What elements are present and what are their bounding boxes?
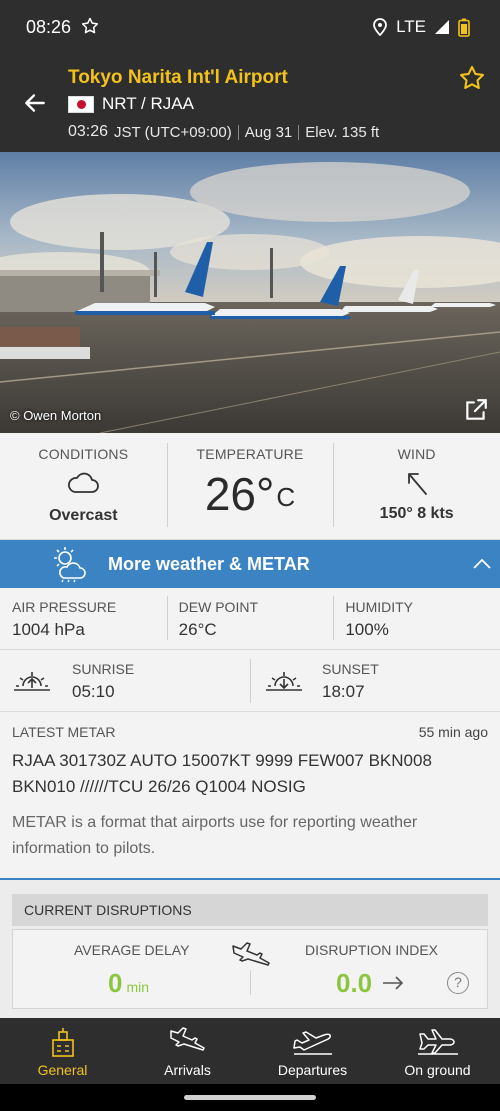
- local-time: 03:26: [68, 123, 109, 140]
- favorite-star-icon[interactable]: [458, 64, 486, 92]
- airport-photo-image: [0, 152, 500, 433]
- disruption-index-label: DISRUPTION INDEX: [305, 942, 439, 958]
- air-pressure-value: 1004 hPa: [12, 620, 85, 639]
- sunset-label: SUNSET: [322, 661, 379, 677]
- sunset-icon: [266, 672, 302, 691]
- sunrise-label: SUNRISE: [72, 661, 135, 677]
- humidity-cell: HUMIDITY 100%: [333, 588, 500, 649]
- tab-on-ground[interactable]: On ground: [375, 1018, 500, 1084]
- disruptions-panel: AVERAGE DELAY DISRUPTION INDEX 0 min 0.0 …: [12, 929, 488, 1009]
- average-delay: 0 min: [108, 968, 149, 999]
- airport-building-icon: [51, 1028, 74, 1057]
- air-pressure-cell: AIR PRESSURE 1004 hPa: [0, 588, 167, 649]
- chevron-up-icon[interactable]: [472, 556, 492, 572]
- temperature-unit: C: [276, 482, 296, 512]
- sunrise-icon: [14, 672, 50, 691]
- average-delay-unit: min: [126, 979, 150, 995]
- open-external-icon[interactable]: [463, 397, 489, 423]
- airport-name: Tokyo Narita Int'l Airport: [68, 67, 288, 88]
- tab-departures-label: Departures: [277, 1062, 348, 1078]
- tab-departures[interactable]: Departures: [250, 1018, 375, 1084]
- sunrise-value: 05:10: [72, 682, 115, 701]
- more-weather-label: More weather & METAR: [108, 554, 310, 574]
- average-delay-label: AVERAGE DELAY: [74, 942, 190, 958]
- timezone: JST (UTC+09:00): [114, 123, 232, 141]
- back-arrow-icon[interactable]: [22, 90, 48, 116]
- weather-sun-cloud-icon: [54, 547, 86, 583]
- divider: [250, 970, 251, 995]
- temperature-cell: TEMPERATURE 26° C: [166, 433, 334, 539]
- sun-times: SUNRISE 05:10 SUNSET 18:07: [0, 650, 500, 712]
- divider: [298, 124, 300, 140]
- humidity-value: 100%: [345, 620, 389, 639]
- current-conditions: CONDITIONS Overcast TEMPERATURE 26° C WI…: [0, 433, 500, 540]
- metar-age: 55 min ago: [418, 724, 488, 740]
- tab-general[interactable]: General: [0, 1018, 125, 1084]
- plane-on-ground-icon: [417, 1029, 458, 1055]
- wind-cell: WIND 150° 8 kts: [333, 433, 500, 539]
- metar-description: METAR is a format that airports use for …: [12, 814, 418, 857]
- weather-stats: AIR PRESSURE 1004 hPa DEW POINT 26°C HUM…: [0, 588, 500, 650]
- disruptions-header: CURRENT DISRUPTIONS: [12, 894, 488, 926]
- bottom-tab-bar: General Arrivals Departures On ground: [0, 1018, 500, 1084]
- elevation: Elev. 135 ft: [305, 123, 380, 141]
- departure-plane-icon: [292, 1031, 332, 1055]
- home-gesture-pill[interactable]: [184, 1095, 316, 1100]
- sunrise-cell: SUNRISE 05:10: [0, 650, 250, 712]
- japan-flag-icon: [68, 96, 94, 113]
- wind-label: WIND: [397, 446, 436, 462]
- star-outline-icon: [81, 17, 99, 34]
- status-time: 08:26: [26, 17, 72, 37]
- signal-icon: [435, 20, 449, 34]
- disruption-index-value: 0.0: [336, 968, 373, 998]
- current-disruptions: CURRENT DISRUPTIONS AVERAGE DELAY DISRUP…: [0, 880, 500, 1018]
- tab-general-label: General: [37, 1062, 88, 1078]
- network-type: LTE: [396, 17, 426, 36]
- sunset-value: 18:07: [322, 682, 365, 701]
- air-pressure-label: AIR PRESSURE: [12, 599, 117, 615]
- airport-photo[interactable]: © Owen Morton: [0, 152, 500, 433]
- divider: [237, 124, 239, 140]
- more-weather-toggle[interactable]: More weather & METAR: [0, 540, 500, 588]
- local-date: Aug 31: [244, 123, 293, 141]
- system-navigation-bar: [0, 1084, 500, 1111]
- temperature-value: 26°: [204, 468, 275, 520]
- wind-value: 150° 8 kts: [379, 505, 454, 522]
- tab-on-ground-label: On ground: [404, 1062, 471, 1078]
- wind-direction-arrow-icon: [407, 473, 427, 495]
- arrival-plane-icon: [169, 1027, 205, 1051]
- location-icon: [373, 18, 387, 36]
- landing-plane-icon: [232, 942, 270, 966]
- photo-credit: © Owen Morton: [10, 408, 102, 423]
- humidity-label: HUMIDITY: [345, 599, 414, 615]
- tab-arrivals-label: Arrivals: [164, 1062, 211, 1078]
- dew-point-label: DEW POINT: [178, 599, 259, 615]
- arrow-right-icon: [383, 976, 404, 990]
- metar-raw-text: RJAA 301730Z AUTO 15007KT 9999 FEW007 BK…: [12, 751, 432, 796]
- cloud-icon: [68, 472, 100, 493]
- temperature-label: TEMPERATURE: [196, 446, 304, 462]
- airport-time-line: 03:26 JST (UTC+09:00) Aug 31 Elev. 135 f…: [68, 123, 379, 141]
- dew-point-cell: DEW POINT 26°C: [166, 588, 334, 649]
- conditions-value: Overcast: [49, 507, 118, 524]
- airport-header: Tokyo Narita Int'l Airport NRT / RJAA 03…: [0, 56, 500, 152]
- metar-label: LATEST METAR: [12, 724, 116, 740]
- status-bar: 08:26 LTE: [0, 0, 500, 56]
- tab-arrivals[interactable]: Arrivals: [125, 1018, 250, 1084]
- conditions-label: CONDITIONS: [38, 446, 129, 462]
- dew-point-value: 26°C: [178, 620, 217, 639]
- latest-metar: LATEST METAR 55 min ago RJAA 301730Z AUT…: [0, 712, 500, 880]
- airport-codes: NRT / RJAA: [102, 94, 194, 113]
- help-icon[interactable]: ?: [447, 972, 469, 994]
- battery-icon: [458, 18, 470, 37]
- average-delay-value: 0: [108, 968, 123, 998]
- conditions-cell: CONDITIONS Overcast: [0, 433, 167, 539]
- sunset-cell: SUNSET 18:07: [250, 650, 500, 712]
